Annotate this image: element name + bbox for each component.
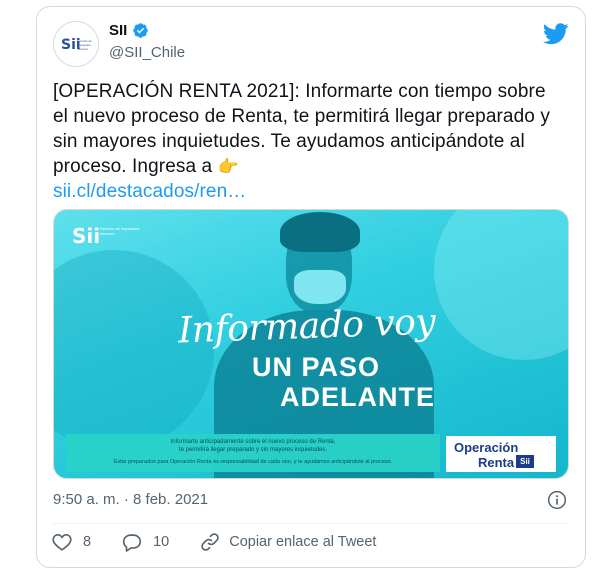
author-handle[interactable]: @SII_Chile [109,44,185,61]
media-info-line: Informarte anticipadamente sobre el nuev… [170,439,336,445]
link-icon [201,533,219,551]
media-info-line: te permitirá llegar preparado y sin mayo… [178,447,328,453]
media-sii-logo-subtext: Servicio de Impuestos Internos [100,226,140,236]
author-name-row[interactable]: SII [109,22,149,39]
copy-link-label: Copiar enlace al Tweet [229,534,377,550]
operacion-renta-line2: Renta [478,455,515,470]
tweet-link[interactable]: sii.cl/destacados/ren… [53,181,246,202]
media-headline-line2: UN PASO [252,352,381,382]
operacion-renta-line1: Operación [454,440,519,455]
avatar-logo-subtext: Servicio de Impuestos Internos [77,39,92,51]
media-headline-line3: ADELANTE [280,382,435,412]
tweet-header: Sii Servicio de Impuestos Internos SII @… [53,21,569,67]
reply-count: 10 [153,534,170,550]
tweet-media-image[interactable]: Sii Servicio de Impuestos Internos Infor… [53,209,569,479]
avatar[interactable]: Sii Servicio de Impuestos Internos [53,21,99,67]
operacion-renta-badge: Operación Renta Sii [446,436,556,472]
media-info-line: Estar preparados para Operación Renta es… [113,459,393,465]
heart-icon [52,534,72,551]
media-info-bar: Informarte anticipadamente sobre el nuev… [66,434,440,472]
verified-icon [133,23,149,38]
media-person-hair [280,212,360,252]
info-icon[interactable] [547,490,567,510]
reply-icon [123,534,142,552]
tweet-text: [OPERACIÓN RENTA 2021]: Informarte con t… [53,79,563,204]
author-display-name[interactable]: SII [109,22,127,39]
like-count: 8 [83,534,92,550]
reply-button[interactable]: 10 [121,531,169,553]
pointing-hand-emoji: 👉 [217,157,239,176]
tweet-actions: 8 10 Copiar enlace al Tweet [51,531,376,553]
media-person-mask [294,270,346,304]
operacion-renta-sii-badge: Sii [516,455,534,468]
twitter-bird-icon[interactable] [543,23,569,45]
tweet-timestamp[interactable]: 9:50 a. m. · 8 feb. 2021 [53,491,208,508]
media-bg-shape [434,210,568,360]
copy-link-button[interactable]: Copiar enlace al Tweet [199,531,376,553]
media-sii-logo: Sii [72,224,101,248]
divider [53,523,569,524]
like-button[interactable]: 8 [51,531,91,553]
tweet-text-body: [OPERACIÓN RENTA 2021]: Informarte con t… [53,81,550,177]
tweet-card: Sii Servicio de Impuestos Internos SII @… [36,6,586,568]
